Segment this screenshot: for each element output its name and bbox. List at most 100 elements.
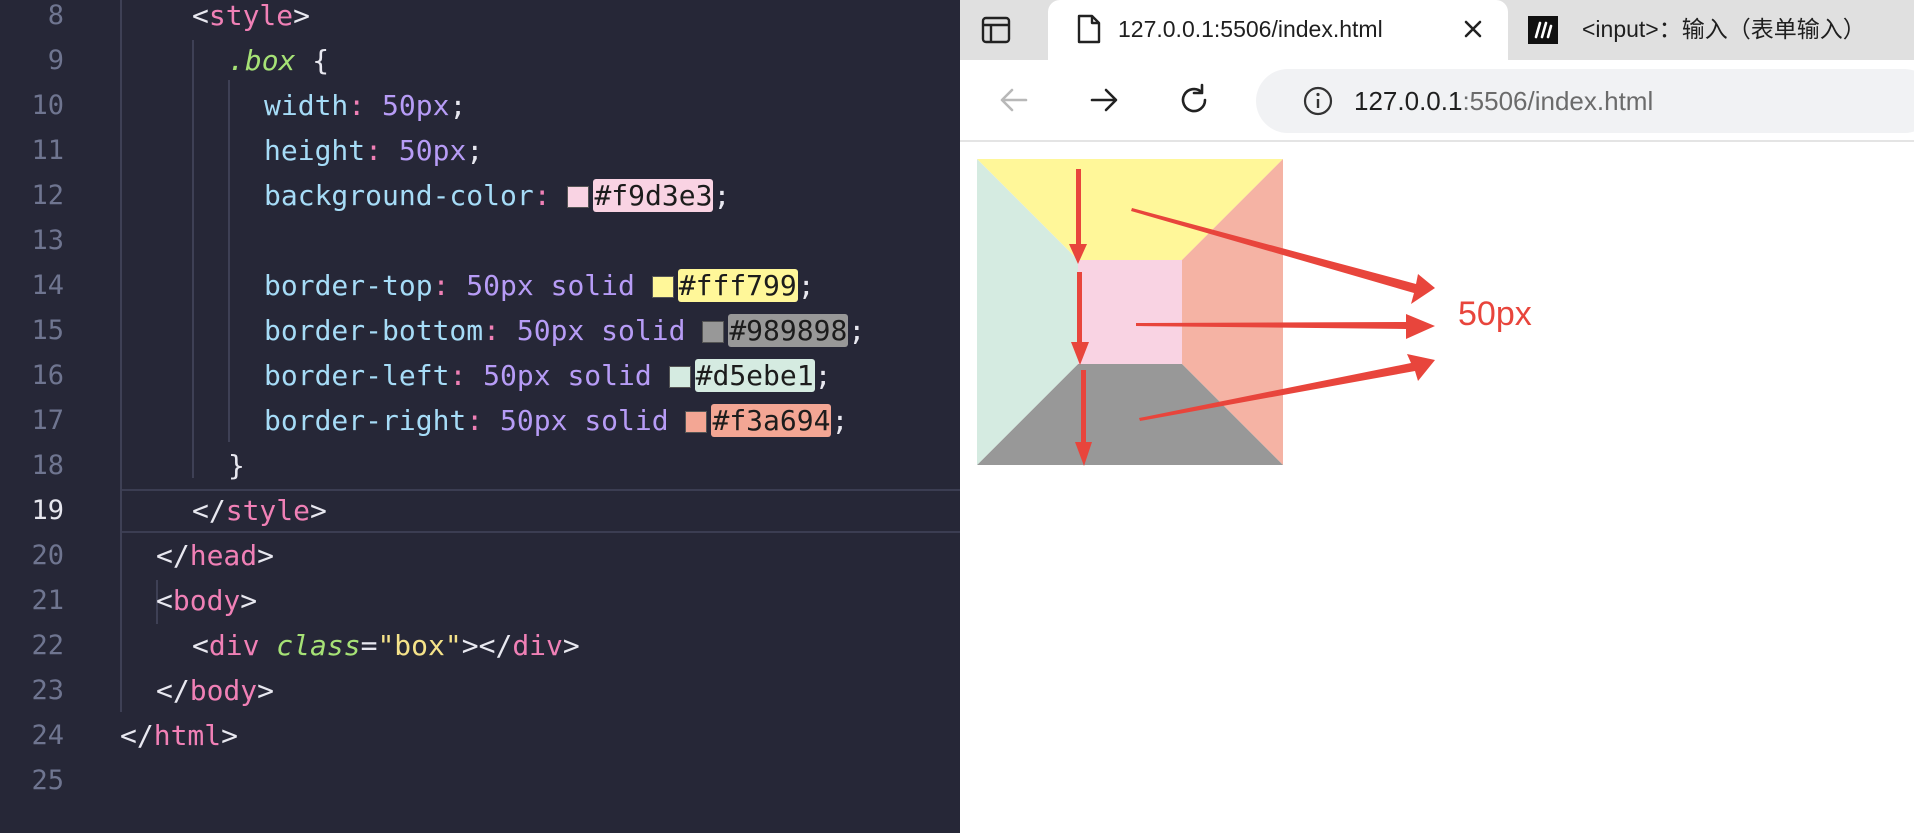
css-value: 50px xyxy=(466,269,534,302)
code-text: width: 50px; xyxy=(264,89,467,122)
box-render xyxy=(977,159,1435,466)
line-number: 20 xyxy=(31,540,64,571)
color-hex: #f9d3e3 xyxy=(593,179,714,212)
brace: { xyxy=(312,44,330,77)
code-text: border-right: 50px solid #f3a694; xyxy=(264,404,849,437)
code-line: 20 </head> xyxy=(0,533,960,578)
code-line: 22 <div class="box"></div> xyxy=(0,623,960,668)
css-property: border-top xyxy=(264,269,433,302)
code-line-active: 19 </style> xyxy=(0,488,960,533)
tag-name: div xyxy=(208,629,260,662)
tab-strip: 127.0.0.1:5506/index.html <input>：输入（表单输… xyxy=(960,0,1914,60)
line-number: 15 xyxy=(31,315,64,346)
line-number: 16 xyxy=(31,360,64,391)
code-text: <body> xyxy=(156,584,258,617)
line-number: 13 xyxy=(31,225,64,256)
css-property: background-color xyxy=(264,179,534,212)
code-text: background-color: #f9d3e3; xyxy=(264,179,731,212)
code-text: </html> xyxy=(120,719,239,752)
line-number: 19 xyxy=(31,495,64,526)
line-number: 25 xyxy=(31,765,64,796)
css-value: 50px xyxy=(398,134,467,167)
code-line: 18 } xyxy=(0,443,960,488)
tag-name: body xyxy=(172,584,241,617)
code-line: 8 <style> xyxy=(0,0,960,38)
url-text: 127.0.0.1:5506/index.html xyxy=(1354,69,1653,133)
line-number: 21 xyxy=(31,585,64,616)
reload-icon[interactable] xyxy=(1176,82,1212,118)
tag-name: head xyxy=(189,539,258,572)
attr-name: class xyxy=(276,629,361,662)
page-icon xyxy=(1076,14,1102,49)
color-swatch[interactable] xyxy=(651,276,674,298)
tab-title: <input>：输入（表单输入） xyxy=(1582,16,1866,42)
tab-input-mdn[interactable]: <input>：输入（表单输入） xyxy=(1528,0,1914,60)
code-line: 15 border-bottom: 50px solid #989898; xyxy=(0,308,960,353)
code-text: height: 50px; xyxy=(264,134,484,167)
line-number: 17 xyxy=(31,405,64,436)
css-keyword: solid xyxy=(584,404,669,437)
css-value: 50px xyxy=(500,404,568,437)
line-number: 11 xyxy=(31,135,64,166)
line-number: 8 xyxy=(47,0,64,31)
code-line: 9 .box { xyxy=(0,38,960,83)
css-property: width xyxy=(264,89,349,122)
url-path: :5506/index.html xyxy=(1462,86,1654,116)
tag-name: style xyxy=(225,494,311,527)
css-property: border-right xyxy=(264,404,467,437)
line-number: 12 xyxy=(31,180,64,211)
code-text: border-left: 50px solid #d5ebe1; xyxy=(264,359,832,392)
code-line: 10 width: 50px; xyxy=(0,83,960,128)
browser-window: 127.0.0.1:5506/index.html <input>：输入（表单输… xyxy=(960,0,1914,833)
forward-arrow-icon[interactable] xyxy=(1086,82,1122,118)
tab-title: 127.0.0.1:5506/index.html xyxy=(1118,16,1383,42)
tab-index-html[interactable]: 127.0.0.1:5506/index.html xyxy=(1048,0,1508,60)
tag-name: html xyxy=(153,719,222,752)
code-line: 11 height: 50px; xyxy=(0,128,960,173)
css-value: 50px xyxy=(382,89,450,122)
code-text: <div class="box"></div> xyxy=(192,629,580,662)
code-line: 21 <body> xyxy=(0,578,960,623)
code-text: </body> xyxy=(156,674,275,707)
line-number: 24 xyxy=(31,720,64,751)
line-number: 22 xyxy=(31,630,64,661)
css-keyword: solid xyxy=(550,269,635,302)
css-keyword: solid xyxy=(601,314,686,347)
code-text: </style> xyxy=(192,494,327,527)
code-line: 23 </body> xyxy=(0,668,960,713)
code-text: } xyxy=(228,443,245,488)
color-swatch[interactable] xyxy=(567,186,590,208)
attr-value: "box" xyxy=(377,629,462,662)
line-number: 10 xyxy=(31,90,64,121)
address-bar[interactable]: 127.0.0.1:5506/index.html xyxy=(1256,69,1914,133)
code-text: border-top: 50px solid #fff799; xyxy=(264,269,815,302)
line-number: 9 xyxy=(47,45,64,76)
css-keyword: solid xyxy=(567,359,652,392)
code-line: 24 </html> xyxy=(0,713,960,758)
color-hex: #989898 xyxy=(728,314,849,347)
line-number: 14 xyxy=(31,270,64,301)
tag-name: body xyxy=(189,674,258,707)
color-hex: #d5ebe1 xyxy=(694,359,815,392)
color-swatch[interactable] xyxy=(668,366,691,388)
color-swatch[interactable] xyxy=(685,411,708,433)
line-number: 23 xyxy=(31,675,64,706)
sidebar-icon[interactable] xyxy=(980,14,1012,46)
code-text: .box { xyxy=(228,38,329,83)
css-value: 50px xyxy=(516,314,585,347)
code-line: 17 border-right: 50px solid #f3a694; xyxy=(0,398,960,443)
css-property: height xyxy=(264,134,366,167)
close-icon[interactable] xyxy=(1458,14,1488,44)
mdn-logo-icon xyxy=(1528,16,1558,44)
line-number: 18 xyxy=(31,450,64,481)
color-hex: #fff799 xyxy=(677,269,798,302)
code-editor[interactable]: 8 <style> 9 .box { 10 width: 50px; 11 he… xyxy=(0,0,960,833)
code-line: 13 xyxy=(0,218,960,263)
back-arrow-icon[interactable] xyxy=(996,82,1032,118)
color-hex: #f3a694 xyxy=(711,404,832,437)
code-text: <style> xyxy=(192,0,311,32)
info-icon[interactable] xyxy=(1302,85,1334,122)
brace: } xyxy=(228,449,245,482)
color-swatch[interactable] xyxy=(702,321,725,343)
tag-name: style xyxy=(208,0,294,32)
